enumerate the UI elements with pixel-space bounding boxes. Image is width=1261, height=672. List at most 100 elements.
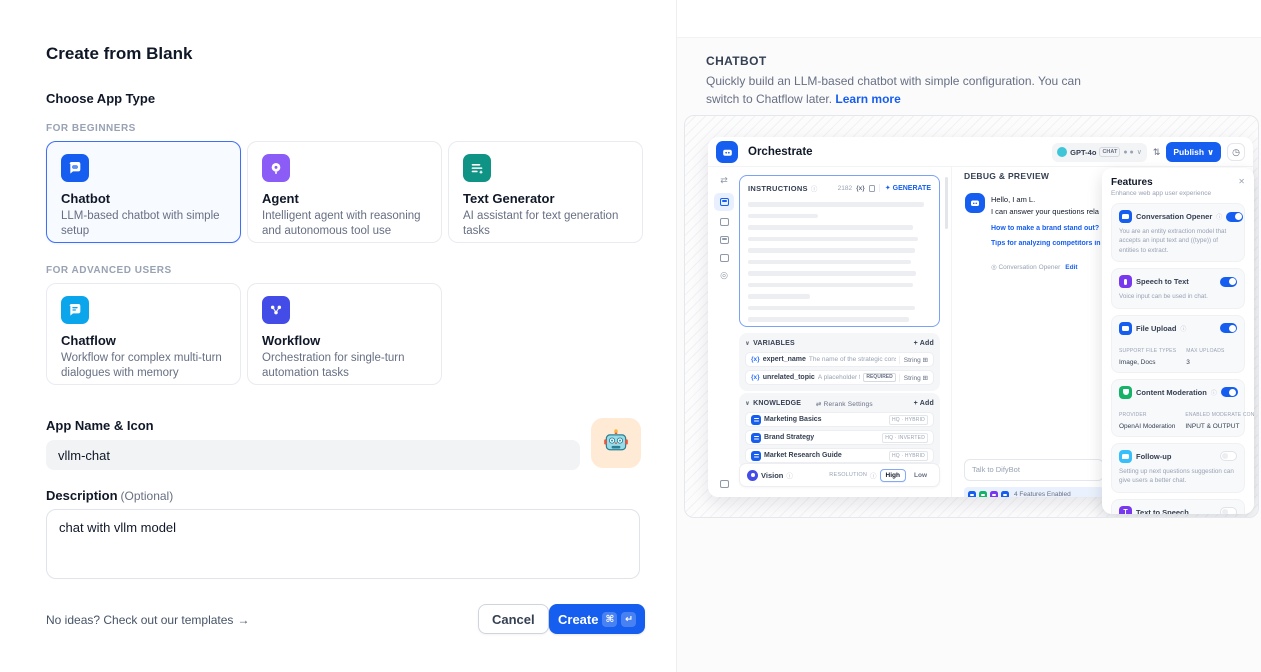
variable-row[interactable]: {x} expert_name The name of the strategi… [745, 352, 934, 367]
suggested-question[interactable]: How to make a brand stand out?Bes [991, 225, 1101, 232]
chatbot-icon [61, 154, 89, 182]
model-provider-icon [1057, 147, 1067, 157]
feature-speech-to-text[interactable]: Speech to Text Voice input can be used i… [1111, 268, 1245, 308]
conversation-opener-icon [1119, 210, 1132, 223]
add-knowledge-button[interactable]: + Add [914, 400, 934, 407]
rail-document-icon[interactable] [717, 251, 731, 265]
resolution-label: RESOLUTION [829, 472, 867, 478]
learn-more-link[interactable]: Learn more [835, 92, 900, 106]
app-type-card-text-generator[interactable]: Text Generator AI assistant for text gen… [448, 141, 643, 243]
app-name-input[interactable] [46, 440, 580, 470]
templates-link[interactable]: No ideas? Check out our templates→ [46, 613, 249, 627]
knowledge-row[interactable]: Brand Strategy HQ · INVERTED [745, 430, 934, 445]
app-type-description: Orchestration for single-turn automation… [262, 351, 427, 381]
feature-content-moderation[interactable]: Content Moderation ⓘ PROVIDEROpenAI Mode… [1111, 379, 1245, 437]
knowledge-doc-icon [751, 451, 761, 461]
resolution-high-chip[interactable]: High [880, 469, 906, 482]
info-icon: ⓘ [870, 470, 877, 480]
generate-button[interactable]: ✦ GENERATE [879, 184, 931, 192]
create-button[interactable]: Create ⌘ ↵ [549, 604, 645, 634]
features-panel: Features ✕ Enhance web app user experien… [1102, 168, 1254, 514]
panel-top-strip [677, 0, 1261, 38]
variable-row[interactable]: {x} unrelated_topic A placeholder for to… [745, 370, 934, 385]
beginner-app-types: Chatbot LLM-based chatbot with simple se… [46, 141, 643, 243]
speech-to-text-icon [1119, 275, 1132, 288]
retrieval-badge: HQ · INVERTED [882, 433, 928, 443]
history-icon[interactable]: ◷ [1227, 143, 1245, 161]
app-type-description: Workflow for complex multi-turn dialogue… [61, 351, 226, 381]
copy-icon[interactable] [869, 185, 875, 192]
create-app-screen: Create from Blank Choose App Type FOR BE… [0, 0, 1261, 672]
knowledge-row[interactable]: Market Research Guide HQ · HYBRID [745, 448, 934, 463]
feature-file-upload[interactable]: File Upload ⓘ SUPPORT FILE TYPESImage, D… [1111, 315, 1245, 373]
app-type-card-chatflow[interactable]: Chatflow Workflow for complex multi-turn… [46, 283, 241, 385]
app-type-card-agent[interactable]: Agent Intelligent agent with reasoning a… [247, 141, 442, 243]
app-type-card-chatbot[interactable]: Chatbot LLM-based chatbot with simple se… [46, 141, 241, 243]
toggle-on[interactable] [1220, 277, 1237, 287]
instructions-placeholder-text [748, 202, 931, 322]
add-variable-button[interactable]: + Add [914, 340, 934, 347]
model-params-icons: ● ● [1123, 149, 1133, 156]
instructions-title: INSTRUCTIONS [748, 184, 808, 193]
model-settings-icon[interactable]: ⇅ [1153, 147, 1161, 158]
variables-token-icon: {x} [856, 185, 865, 192]
conversation-opener-row: ◎ Conversation OpenerEdit [991, 263, 1078, 271]
resolution-low-chip[interactable]: Low [909, 469, 932, 482]
knowledge-title: KNOWLEDGE [753, 400, 801, 407]
robot-emoji-icon [602, 427, 630, 460]
rail-notes-icon[interactable] [717, 233, 731, 247]
rail-swap-icon[interactable]: ⇄ [717, 173, 731, 187]
chatbot-heading: CHATBOT [706, 54, 767, 68]
cmd-key-icon: ⌘ [602, 612, 617, 627]
suggested-question[interactable]: Tips for analyzing competitors in market [991, 240, 1101, 247]
toggle-on[interactable] [1226, 212, 1243, 222]
column-divider [951, 167, 952, 497]
feature-text-to-speech[interactable]: T Text to Speech Conversation messages c… [1111, 499, 1245, 514]
char-count: 2182 [838, 185, 852, 192]
rail-bottom-icon[interactable] [717, 477, 731, 491]
knowledge-row[interactable]: Marketing Basics HQ · HYBRID [745, 412, 934, 427]
scrollbar[interactable] [945, 177, 948, 229]
chat-input[interactable]: Talk to DifyBot [964, 459, 1104, 481]
enter-key-icon: ↵ [621, 612, 636, 627]
rerank-settings-button[interactable]: ⇄ Rerank Settings [816, 400, 873, 408]
create-from-blank-modal: Create from Blank Choose App Type FOR BE… [0, 0, 676, 672]
app-type-name: Workflow [262, 333, 427, 348]
retrieval-badge: HQ · HYBRID [889, 451, 928, 461]
chevron-down-icon: ∨ [1137, 148, 1142, 156]
arrow-right-icon: → [237, 613, 249, 627]
modal-title: Create from Blank [46, 44, 192, 64]
choose-app-type-label: Choose App Type [46, 91, 155, 106]
features-title: Features [1111, 177, 1153, 188]
app-type-card-workflow[interactable]: Workflow Orchestration for single-turn a… [247, 283, 442, 385]
app-type-description: LLM-based chatbot with simple setup [61, 209, 226, 239]
toggle-on[interactable] [1221, 387, 1238, 397]
cancel-button[interactable]: Cancel [478, 604, 549, 634]
app-icon-picker[interactable] [591, 418, 641, 468]
info-icon: ⓘ [786, 470, 793, 480]
feature-conversation-opener[interactable]: Conversation Opener ⓘ You are an entity … [1111, 203, 1245, 262]
rail-image-icon[interactable] [717, 215, 731, 229]
preview-topbar: Orchestrate GPT-4o CHAT ● ● ∨ ⇅ Publish∨… [708, 137, 1253, 167]
description-textarea[interactable]: chat with vllm model [46, 509, 640, 579]
feature-follow-up[interactable]: Follow-up Setting up next questions sugg… [1111, 443, 1245, 493]
close-icon[interactable]: ✕ [1238, 177, 1245, 186]
variables-section: ∨ VARIABLES + Add {x} expert_name The na… [739, 333, 940, 391]
edit-link[interactable]: Edit [1065, 264, 1077, 271]
for-advanced-users-label: FOR ADVANCED USERS [46, 265, 172, 276]
toggle-off[interactable] [1220, 507, 1237, 514]
rail-orchestrate-icon[interactable] [714, 193, 734, 211]
toggle-on[interactable] [1220, 323, 1237, 333]
rail-globe-icon[interactable]: ◎ [717, 268, 731, 282]
toggle-off[interactable] [1220, 451, 1237, 461]
publish-button[interactable]: Publish∨ [1166, 142, 1221, 162]
model-selector[interactable]: GPT-4o CHAT ● ● ∨ [1052, 143, 1147, 162]
file-upload-icon [1119, 322, 1132, 335]
knowledge-section: ∨ KNOWLEDGE ⇄ Rerank Settings + Add Mark… [739, 393, 940, 469]
app-name-label: App Name & Icon [46, 418, 154, 433]
create-button-label: Create [558, 612, 598, 627]
for-beginners-label: FOR BEGINNERS [46, 123, 136, 134]
vision-icon [747, 470, 758, 481]
moderation-chip-icon [979, 491, 987, 498]
chatflow-icon [61, 296, 89, 324]
